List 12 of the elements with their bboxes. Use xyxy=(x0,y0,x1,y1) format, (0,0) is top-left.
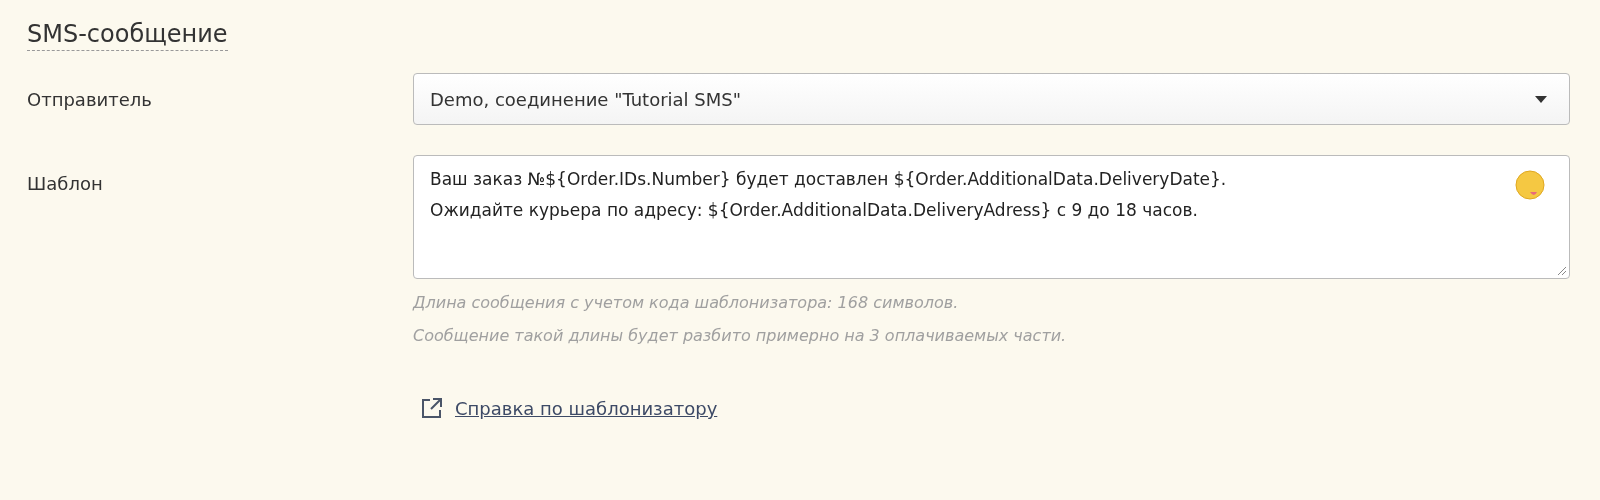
template-field[interactable]: Ваш заказ №${Order.IDs.Number} будет доставлен ${Order.AdditionalData.DeliveryDate}. Ожидайте курьера по адресу: ${Order.AdditionalData.DeliveryAdress} с 9 до 18 часов. xyxy=(413,155,1570,279)
hint-text: Длина сообщения с учетом кода шаблонизатора: 168 символов. xyxy=(413,293,960,312)
help-link[interactable]: Справка по шаблонизатору xyxy=(455,397,718,419)
emoji-icon[interactable] xyxy=(1515,170,1545,200)
sender-dropdown[interactable]: Demo, соединение "Tutorial SMS" xyxy=(413,73,1570,125)
caret-icon xyxy=(1535,95,1547,103)
external-link-icon xyxy=(421,397,443,419)
resize-handle-icon[interactable] xyxy=(1557,266,1567,276)
section-title: SMS-сообщение xyxy=(27,20,228,51)
field-label: Шаблон xyxy=(27,172,104,194)
hint-text: Сообщение такой длины будет разбито примерно на 3 оплачиваемых части. xyxy=(413,326,1068,345)
field-label: Отправитель xyxy=(27,88,153,110)
